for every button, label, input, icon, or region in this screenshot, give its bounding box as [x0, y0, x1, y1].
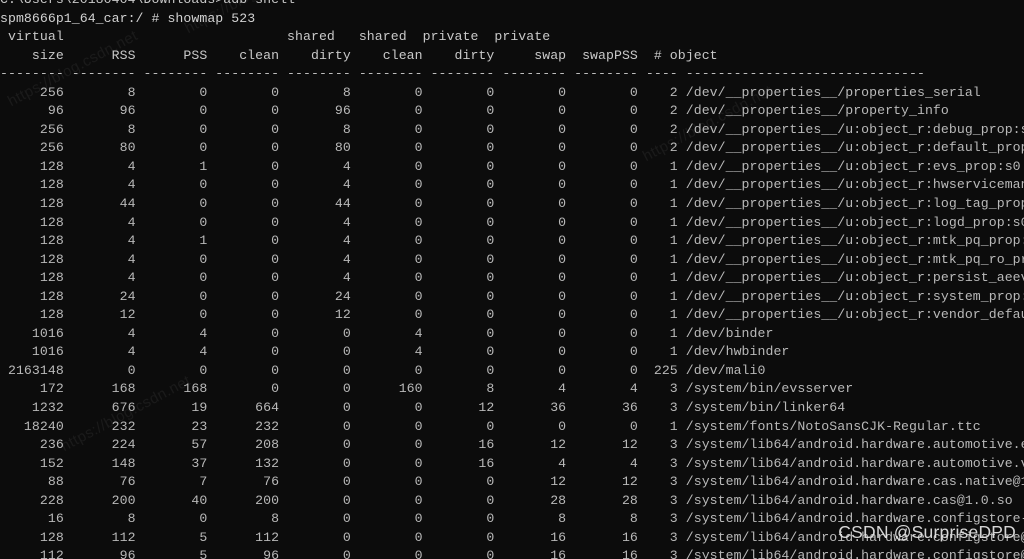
terminal-window[interactable]: C:\Users\20180404\Downloads>adb shell sp… — [0, 0, 1024, 559]
table-row: 228 200 40 200 0 0 0 28 28 3 /system/lib… — [0, 492, 1013, 508]
table-row: 1232 676 19 664 0 0 12 36 36 3 /system/b… — [0, 400, 846, 416]
table-row: 128 44 0 0 44 0 0 0 0 1 /dev/__propertie… — [0, 196, 1024, 212]
command-text: showmap 523 — [167, 10, 256, 26]
table-row: 128 4 0 0 4 0 0 0 0 1 /dev/__properties_… — [0, 177, 1024, 193]
table-separator-row: -------- -------- -------- -------- ----… — [0, 66, 925, 82]
table-row: 128 4 0 0 4 0 0 0 0 1 /dev/__properties_… — [0, 251, 1024, 267]
table-row: 128 112 5 112 0 0 0 16 16 3 /system/lib6… — [0, 529, 1024, 545]
shell-prompt: spm8666p1_64_car:/ # — [0, 10, 168, 26]
table-row: 18240 232 23 232 0 0 0 0 0 1 /system/fon… — [0, 418, 981, 434]
table-row: 152 148 37 132 0 0 16 4 4 3 /system/lib6… — [0, 455, 1024, 471]
table-row: 128 4 0 0 4 0 0 0 0 1 /dev/__properties_… — [0, 214, 1024, 230]
table-row: 1016 4 4 0 0 4 0 0 0 1 /dev/hwbinder — [0, 344, 790, 360]
table-row: 112 96 5 96 0 0 0 16 16 3 /system/lib64/… — [0, 548, 1024, 559]
table-row: 16 8 0 8 0 0 0 8 8 3 /system/lib64/andro… — [0, 511, 1024, 527]
table-row: 128 4 0 0 4 0 0 0 0 1 /dev/__properties_… — [0, 270, 1024, 286]
table-row: 1016 4 4 0 0 4 0 0 0 1 /dev/binder — [0, 325, 774, 341]
terminal-scroll-region: C:\Users\20180404\Downloads>adb shell sp… — [0, 0, 1024, 559]
table-body: 256 8 0 0 8 0 0 0 0 2 /dev/__properties_… — [0, 84, 1024, 559]
table-row: 256 80 0 0 80 0 0 0 0 2 /dev/__propertie… — [0, 140, 1024, 156]
table-row: 128 24 0 0 24 0 0 0 0 1 /dev/__propertie… — [0, 288, 1024, 304]
table-row: 128 4 1 0 4 0 0 0 0 1 /dev/__properties_… — [0, 233, 1024, 249]
table-row: 128 4 1 0 4 0 0 0 0 1 /dev/__properties_… — [0, 158, 1021, 174]
table-row: 96 96 0 0 96 0 0 0 0 2 /dev/__properties… — [0, 103, 949, 119]
table-row: 128 12 0 0 12 0 0 0 0 1 /dev/__propertie… — [0, 307, 1024, 323]
table-row: 256 8 0 0 8 0 0 0 0 2 /dev/__properties_… — [0, 121, 1024, 137]
table-row: 172 168 168 0 0 160 8 4 4 3 /system/bin/… — [0, 381, 854, 397]
table-row: 2163148 0 0 0 0 0 0 0 0 225 /dev/mali0 — [0, 362, 766, 378]
table-row: 256 8 0 0 8 0 0 0 0 2 /dev/__properties_… — [0, 84, 981, 100]
table-row: 236 224 57 208 0 0 16 12 12 3 /system/li… — [0, 437, 1024, 453]
table-row: 88 76 7 76 0 0 0 12 12 3 /system/lib64/a… — [0, 474, 1024, 490]
command-prompt-line[interactable]: spm8666p1_64_car:/ # showmap 523 — [0, 10, 1024, 29]
previous-prompt-line: C:\Users\20180404\Downloads>adb shell — [0, 0, 1024, 10]
table-header-row-2: size RSS PSS clean dirty clean dirty swa… — [0, 47, 718, 63]
table-header-row-1: virtual shared shared private private — [0, 29, 551, 45]
